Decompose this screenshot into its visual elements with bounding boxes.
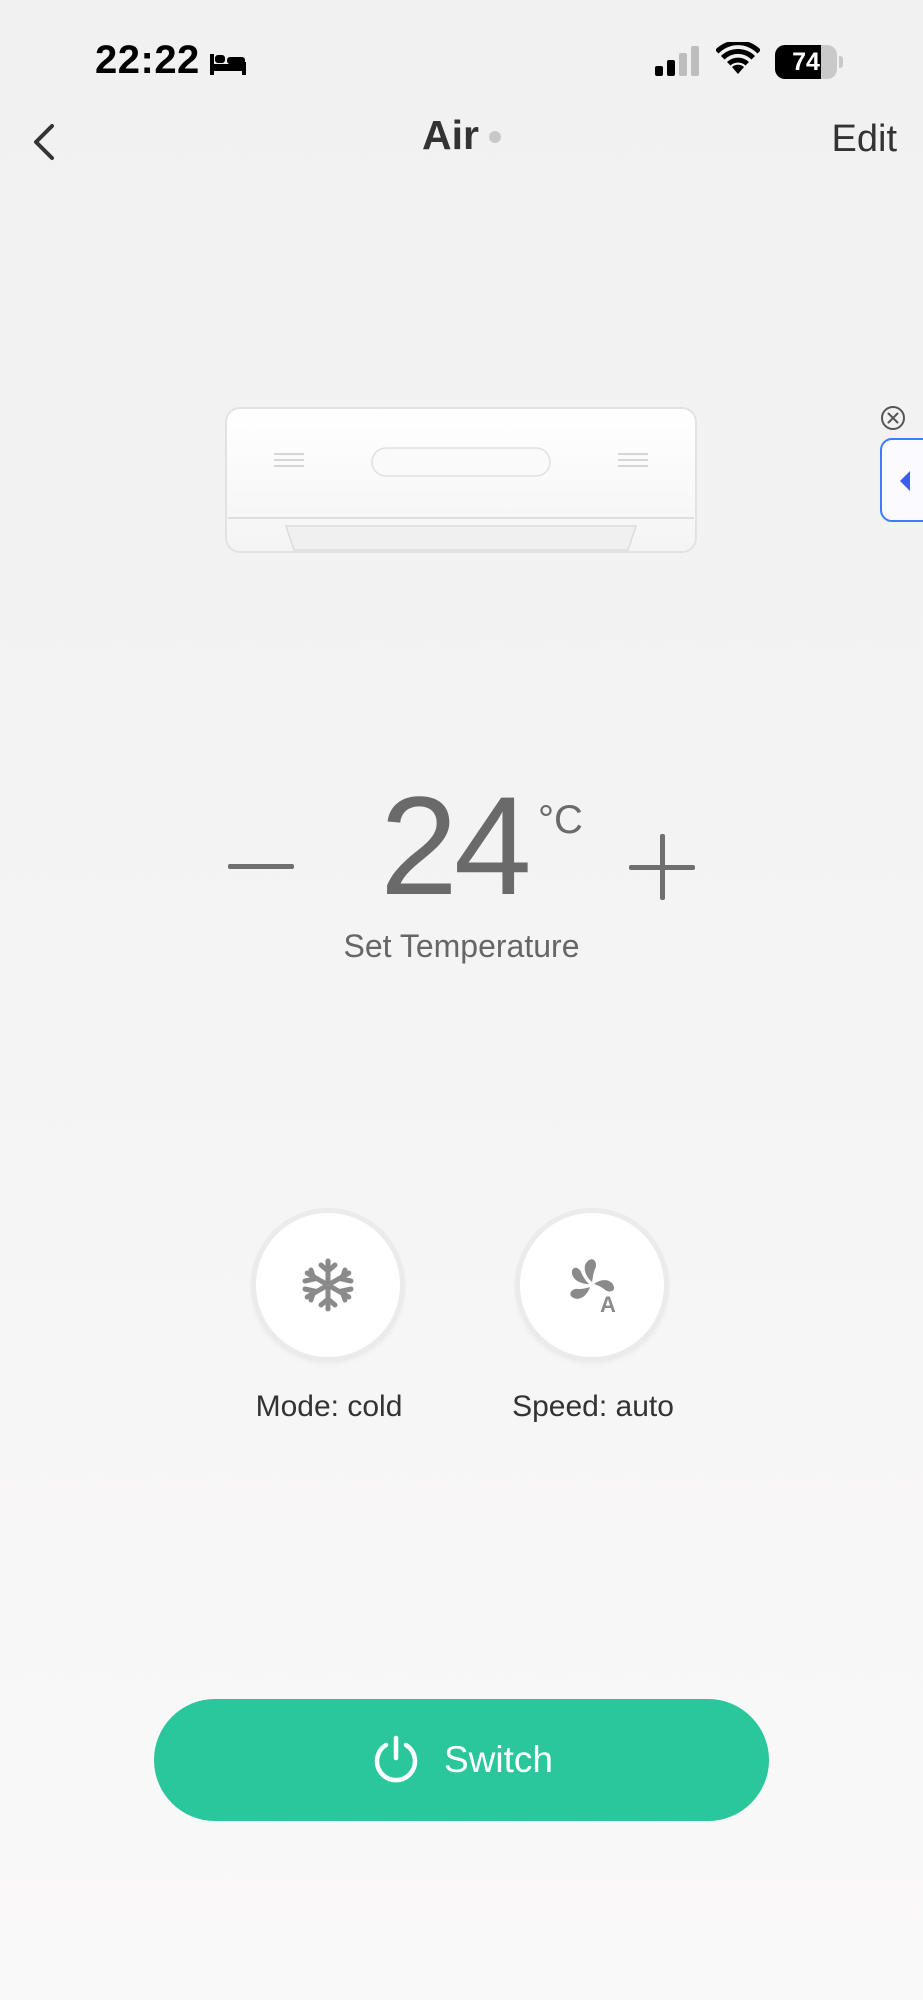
power-icon (370, 1734, 422, 1786)
edit-button[interactable]: Edit (832, 118, 897, 161)
temperature-value: 24 (380, 767, 532, 924)
switch-label: Switch (444, 1739, 553, 1780)
speed-label: Speed: auto (512, 1390, 674, 1423)
mode-label: Mode: cold (255, 1390, 403, 1423)
device-status-dot (488, 130, 501, 143)
air-conditioner-image (224, 406, 698, 561)
bed-icon (209, 48, 247, 81)
increase-temperature-button[interactable] (629, 834, 695, 900)
power-switch-button[interactable]: Switch (154, 1699, 769, 1821)
floating-side-tab[interactable] (880, 438, 923, 522)
nav-title: Air (0, 112, 923, 159)
status-bar: 22:22 74 (0, 0, 923, 120)
speed-button[interactable]: A (515, 1208, 669, 1362)
fan-auto-icon: A (570, 1259, 616, 1315)
mode-button[interactable] (251, 1208, 405, 1362)
temperature-unit: °C (538, 798, 583, 842)
cellular-signal-icon (653, 44, 701, 83)
snowflake-icon (302, 1258, 354, 1312)
battery-level-text: 74 (792, 48, 820, 76)
status-time: 22:22 (95, 38, 200, 82)
set-temperature-label: Set Temperature (343, 928, 580, 964)
page-title: Air (422, 112, 479, 158)
wifi-icon (715, 40, 761, 81)
svg-text:A: A (600, 1292, 616, 1315)
triangle-left-icon (900, 471, 910, 491)
battery-icon: 74 (775, 45, 843, 79)
decrease-temperature-button[interactable] (228, 846, 294, 886)
close-circle-icon[interactable] (879, 404, 907, 437)
